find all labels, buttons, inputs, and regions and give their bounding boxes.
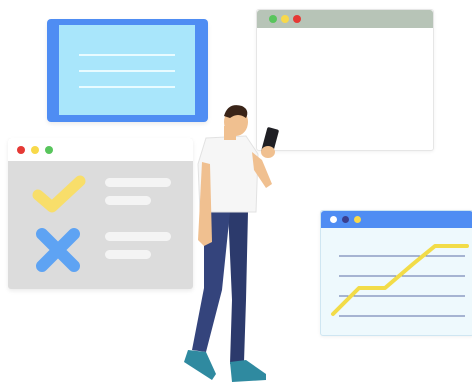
window-dot-yellow [354,216,361,223]
person-illustration [184,105,279,382]
window-dot-yellow [31,146,39,154]
window-dot-red [17,146,25,154]
person-back-leg [228,210,248,364]
window-dot-yellow [281,15,289,23]
checklist-window [8,138,193,289]
cross-icon [36,228,80,272]
checklist-bar [105,250,151,259]
chart-window-title-bar [321,211,472,228]
checklist-bar [105,178,171,187]
window-dot-white [330,216,337,223]
window-dot-green [269,15,277,23]
person-shoe-back [230,360,266,382]
person-shoe-front [184,350,216,380]
check-icon [32,175,86,213]
window-dot-navy [342,216,349,223]
chart-window [320,210,472,336]
checklist-bar [105,196,151,205]
line-chart-icon [331,244,469,317]
window-dot-red [293,15,301,23]
person-hand [261,146,275,158]
browser-window-title-bar [257,10,433,28]
checklist-window-title-bar [8,138,193,161]
checklist-bar [105,232,171,241]
window-dot-green [45,146,53,154]
